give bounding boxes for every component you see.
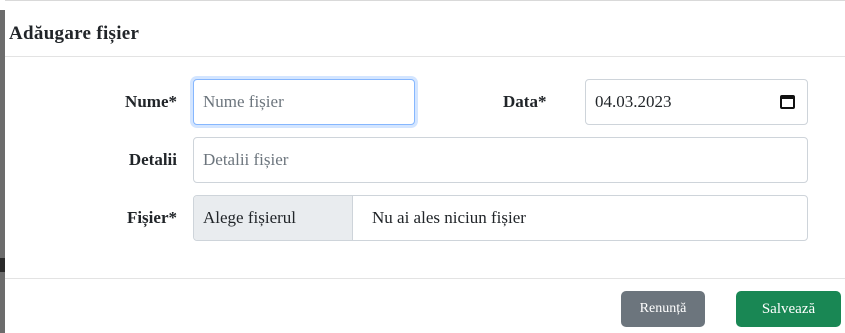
modal-header: Adăugare fișier [5, 9, 845, 57]
save-button[interactable]: Salvează [736, 291, 841, 327]
choose-file-button[interactable]: Alege fișierul [194, 196, 353, 240]
form-row-name-date: Nume* Data* 04.03.2023 [5, 79, 845, 125]
date-input[interactable]: 04.03.2023 [585, 79, 808, 125]
file-status-text: Nu ai ales niciun fișier [372, 208, 526, 227]
name-input[interactable] [193, 79, 415, 125]
cancel-button[interactable]: Renunță [621, 291, 705, 327]
file-label: Fișier* [126, 208, 177, 227]
calendar-icon[interactable] [780, 95, 795, 109]
file-input[interactable]: Alege fișierul Nu ai ales niciun fișier [193, 195, 808, 241]
modal-title: Adăugare fișier [9, 23, 140, 44]
details-label: Detalii [128, 150, 177, 169]
form-row-details: Detalii [5, 137, 845, 183]
add-file-modal: Adăugare fișier Nume* Data* 04.03.2023 D… [5, 0, 845, 333]
form-row-file: Fișier* Alege fișierul Nu ai ales niciun… [5, 195, 845, 241]
modal-footer: Renunță Salvează [5, 278, 845, 333]
date-label: Data* [503, 92, 547, 111]
details-input[interactable] [193, 137, 808, 183]
name-label: Nume* [125, 92, 177, 111]
date-value: 04.03.2023 [595, 92, 672, 111]
